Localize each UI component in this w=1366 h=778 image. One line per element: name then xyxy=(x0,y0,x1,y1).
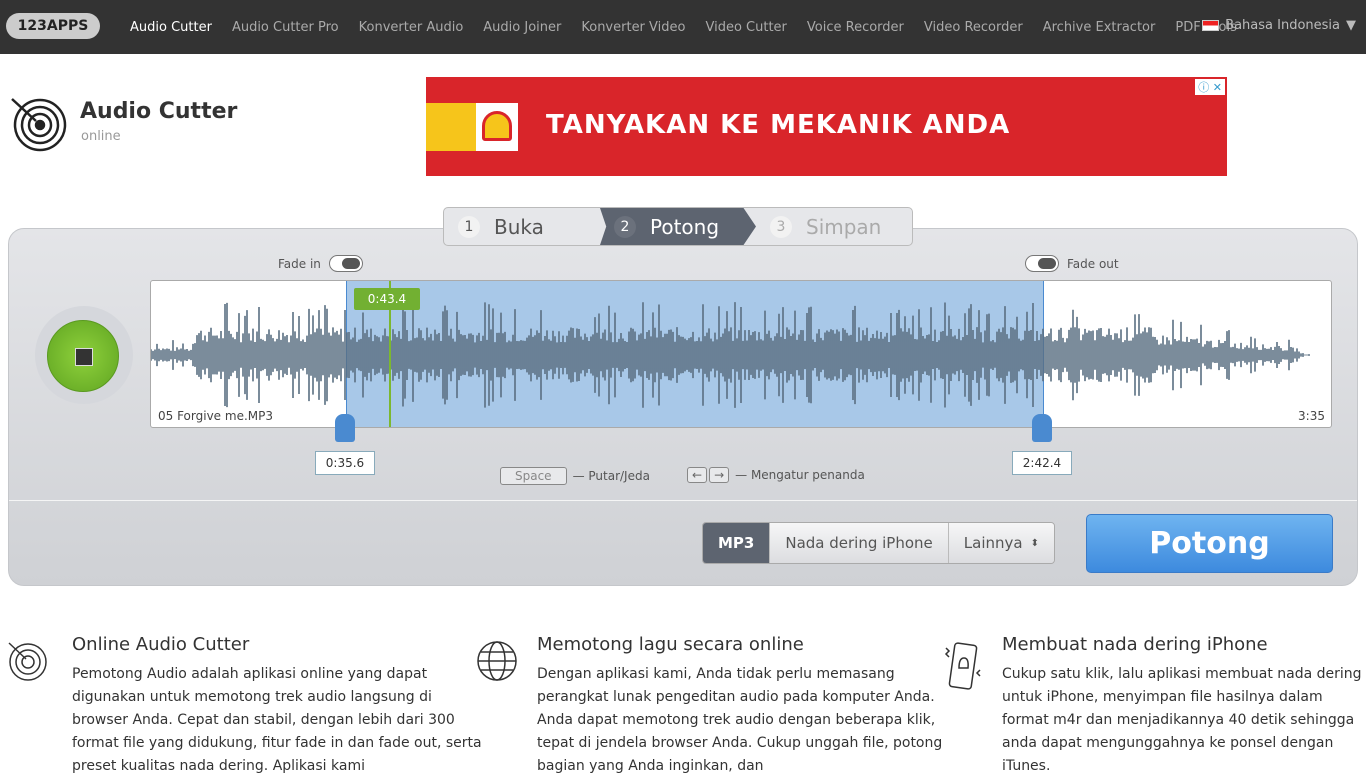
waveform-path xyxy=(151,302,1310,408)
nav-konverter-video[interactable]: Konverter Video xyxy=(581,20,685,35)
updown-chevron-icon: ⬍ xyxy=(1030,537,1039,549)
format-mp3[interactable]: MP3 xyxy=(703,523,770,563)
language-label: Bahasa Indonesia xyxy=(1225,18,1340,33)
nav-audio-joiner[interactable]: Audio Joiner xyxy=(483,20,561,35)
steps-bar: 1 Buka 2 Potong 3 Simpan xyxy=(443,207,913,246)
format-more-label: Lainnya xyxy=(963,534,1023,552)
stop-button[interactable] xyxy=(47,320,119,392)
nav-audio-cutter[interactable]: Audio Cutter xyxy=(130,20,212,35)
step-cut[interactable]: 2 Potong xyxy=(600,208,756,245)
nav-voice-recorder[interactable]: Voice Recorder xyxy=(807,20,904,35)
step-save: 3 Simpan xyxy=(756,208,912,245)
fade-in-toggle[interactable] xyxy=(328,255,363,272)
step-number: 1 xyxy=(458,215,480,238)
shell-logo-icon xyxy=(482,111,512,141)
start-time[interactable]: 0:35.6 xyxy=(315,451,375,475)
ringing-phone-icon xyxy=(944,642,981,690)
ad-close-icon[interactable]: ⓘ ✕ xyxy=(1195,79,1225,95)
hint-arrows-text: — Mengatur penanda xyxy=(735,468,865,482)
end-marker-handle[interactable] xyxy=(1032,414,1052,442)
nav-video-recorder[interactable]: Video Recorder xyxy=(924,20,1023,35)
fade-out-label: Fade out xyxy=(1067,256,1119,271)
nav-konverter-audio[interactable]: Konverter Audio xyxy=(359,20,464,35)
step-number: 2 xyxy=(614,215,636,238)
app-subtitle: online xyxy=(81,129,121,144)
feature-iphone-ringtone: Membuat nada dering iPhone Cukup satu kl… xyxy=(1002,634,1362,778)
end-time[interactable]: 2:42.4 xyxy=(1012,451,1072,475)
playhead-time: 0:43.4 xyxy=(354,288,420,310)
space-key: Space xyxy=(500,467,567,485)
cut-button[interactable]: Potong xyxy=(1086,514,1333,573)
hint-arrows: ← → — Mengatur penanda xyxy=(687,467,865,483)
arrow-left-key: ← xyxy=(687,467,708,483)
indonesia-flag-icon xyxy=(1202,20,1220,31)
chevron-down-icon: ▼ xyxy=(1346,18,1356,33)
nav-audio-cutter-pro[interactable]: Audio Cutter Pro xyxy=(232,20,339,35)
format-more[interactable]: Lainnya ⬍ xyxy=(947,523,1054,563)
feature-online-cutter: Online Audio Cutter Pemotong Audio adala… xyxy=(72,634,492,778)
feature-text: Pemotong Audio adalah aplikasi online ya… xyxy=(72,666,482,774)
feature-cut-songs: Memotong lagu secara online Dengan aplik… xyxy=(537,634,957,778)
arrow-right-key: → xyxy=(709,467,730,483)
stop-icon xyxy=(75,348,93,366)
step-label: Potong xyxy=(650,214,720,239)
play-button-wrap xyxy=(35,306,133,404)
fade-out-toggle[interactable] xyxy=(1025,255,1059,272)
fade-out-control: Fade out xyxy=(1025,255,1119,272)
fade-in-label: Fade in xyxy=(278,256,321,271)
step-open[interactable]: 1 Buka xyxy=(444,208,600,245)
app-title: Audio Cutter xyxy=(80,99,238,124)
ad-text: TANYAKAN KE MEKANIK ANDA xyxy=(546,110,1011,140)
vinyl-record-icon xyxy=(8,642,47,681)
step-label: Buka xyxy=(494,214,544,239)
nav-video-cutter[interactable]: Video Cutter xyxy=(705,20,786,35)
format-selector: MP3 Nada dering iPhone Lainnya ⬍ xyxy=(702,522,1055,564)
panel-divider xyxy=(9,500,1357,501)
step-number: 3 xyxy=(770,215,792,238)
feature-text: Dengan aplikasi kami, Anda tidak perlu m… xyxy=(537,666,943,774)
hint-space-text: — Putar/Jeda xyxy=(572,469,650,483)
ad-banner[interactable]: TANYAKAN KE MEKANIK ANDA ⓘ ✕ xyxy=(426,77,1227,176)
fade-in-control: Fade in xyxy=(278,255,363,272)
nav-archive-extractor[interactable]: Archive Extractor xyxy=(1043,20,1156,35)
feature-title: Online Audio Cutter xyxy=(72,634,250,655)
top-nav: 123APPS Audio Cutter Audio Cutter Pro Ko… xyxy=(0,0,1366,54)
step-label: Simpan xyxy=(806,214,882,239)
waveform-graph xyxy=(151,302,1310,408)
format-iphone-ringtone[interactable]: Nada dering iPhone xyxy=(769,523,948,563)
feature-text: Cukup satu klik, lalu aplikasi membuat n… xyxy=(1002,666,1362,774)
duration: 3:35 xyxy=(1298,409,1325,423)
hint-space: Space — Putar/Jeda xyxy=(500,467,650,485)
vinyl-record-icon xyxy=(11,98,67,152)
waveform[interactable]: 05 Forgive me.MP3 3:35 xyxy=(150,280,1332,428)
language-selector[interactable]: Bahasa Indonesia ▼ xyxy=(1202,18,1356,33)
feature-title: Memotong lagu secara online xyxy=(537,634,804,655)
file-name: 05 Forgive me.MP3 xyxy=(158,409,273,423)
globe-icon xyxy=(477,641,517,681)
app-brand: Audio Cutter online xyxy=(8,95,237,159)
ad-stripe xyxy=(426,103,476,151)
feature-title: Membuat nada dering iPhone xyxy=(1002,634,1268,655)
123apps-logo[interactable]: 123APPS xyxy=(6,13,100,39)
start-marker-handle[interactable] xyxy=(335,414,355,442)
